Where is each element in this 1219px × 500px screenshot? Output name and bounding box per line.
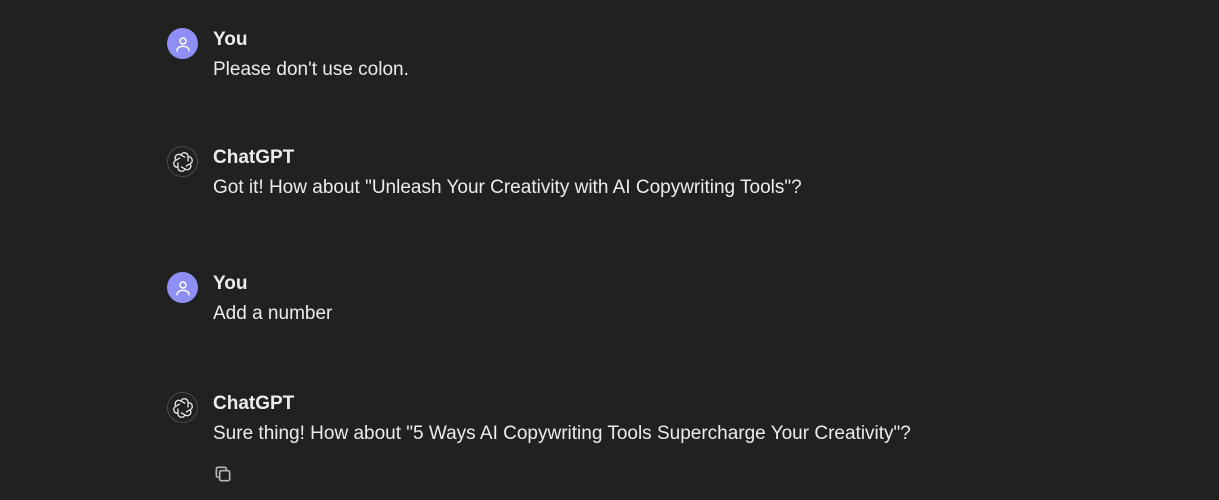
message-author: ChatGPT (213, 393, 295, 414)
assistant-message: ChatGPT Sure thing! How about "5 Ways AI… (167, 392, 1179, 492)
copy-icon (215, 466, 231, 482)
user-avatar (167, 272, 198, 303)
user-avatar (167, 28, 198, 59)
message-text: Got it! How about "Unleash Your Creativi… (213, 177, 802, 198)
message-author: You (213, 273, 248, 294)
openai-logo-icon (172, 151, 193, 172)
message-text: Sure thing! How about "5 Ways AI Copywri… (213, 423, 911, 444)
user-message: You Please don't use colon. (167, 28, 1179, 88)
chat-thread: You Please don't use colon. ChatGPT Got … (0, 0, 1219, 500)
message-author: ChatGPT (213, 147, 295, 168)
user-icon (175, 36, 190, 51)
user-message: You Add a number (167, 272, 1179, 332)
assistant-avatar (167, 392, 198, 423)
message-text: Add a number (213, 303, 333, 324)
assistant-message: ChatGPT Got it! How about "Unleash Your … (167, 146, 1179, 206)
user-icon (175, 280, 190, 295)
message-author: You (213, 29, 248, 50)
openai-logo-icon (172, 397, 193, 418)
message-text: Please don't use colon. (213, 59, 409, 80)
copy-button[interactable] (211, 462, 235, 486)
assistant-avatar (167, 146, 198, 177)
